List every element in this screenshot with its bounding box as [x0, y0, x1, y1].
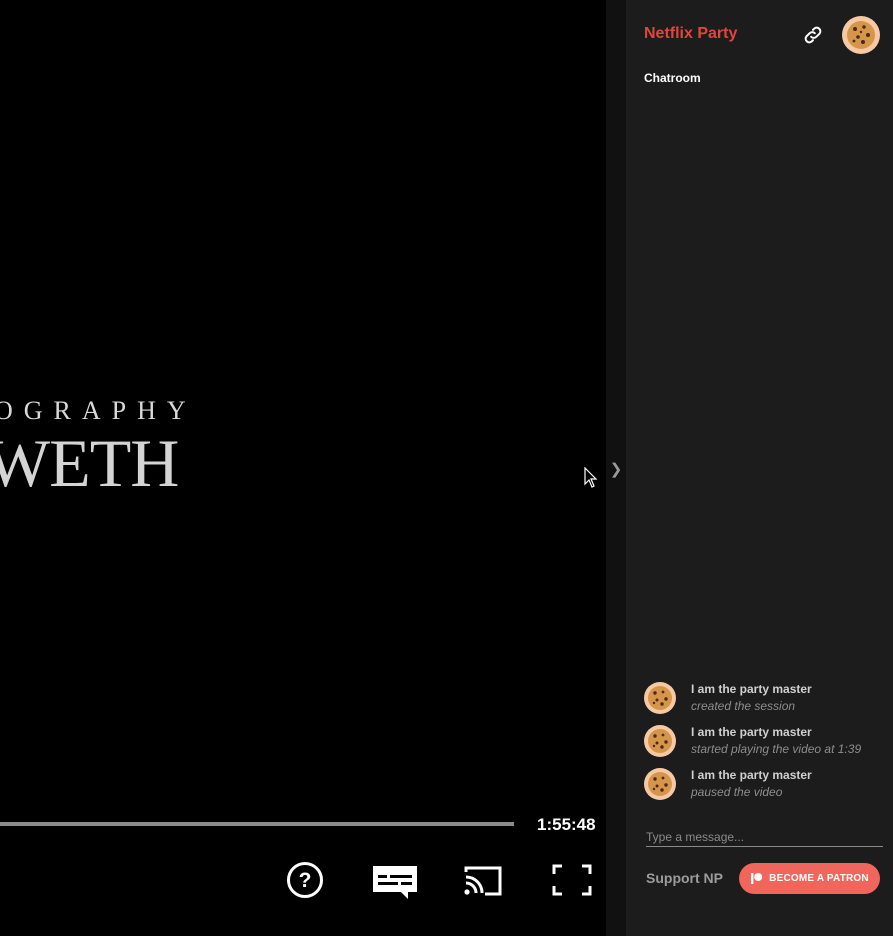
cookie-avatar-icon: [644, 768, 676, 800]
message-text: started playing the video at 1:39: [691, 742, 862, 756]
video-credit-name: WETH: [0, 425, 179, 501]
cookie-avatar-icon: [644, 682, 676, 714]
chat-message: I am the party master created the sessio…: [644, 682, 889, 725]
time-remaining: 1:55:48: [537, 815, 596, 834]
cookie-avatar-icon: [644, 725, 676, 757]
help-button[interactable]: ?: [285, 860, 325, 900]
svg-text:?: ?: [299, 869, 312, 892]
fullscreen-icon: [552, 864, 592, 896]
become-patron-button[interactable]: BECOME A PATRON: [739, 863, 880, 894]
chat-panel: Netflix Party Chatroom I am the party ma…: [626, 0, 893, 936]
patron-button-label: BECOME A PATRON: [769, 873, 869, 884]
video-credit-text: OGRAPHY: [0, 396, 197, 425]
message-author: I am the party master: [691, 768, 812, 782]
cast-icon: [464, 866, 502, 896]
chat-message: I am the party master paused the video: [644, 768, 889, 811]
subtitles-icon: [373, 866, 417, 899]
link-icon: [804, 26, 822, 44]
cast-button[interactable]: [463, 860, 503, 900]
mouse-cursor-icon: [584, 466, 598, 494]
user-avatar-button[interactable]: [842, 16, 880, 54]
brand-title: Netflix Party: [644, 25, 738, 42]
subtitles-button[interactable]: [372, 860, 418, 900]
message-text: created the session: [691, 699, 796, 713]
chatroom-title: Chatroom: [644, 71, 701, 85]
message-input[interactable]: [646, 828, 883, 847]
message-author: I am the party master: [691, 682, 812, 696]
chat-message: I am the party master started playing th…: [644, 725, 889, 768]
message-text: paused the video: [691, 785, 783, 799]
cookie-avatar-icon: [842, 16, 880, 54]
collapse-sidebar-button[interactable]: ❯: [606, 455, 626, 485]
progress-bar[interactable]: [0, 822, 514, 826]
progress-fill: [0, 822, 514, 826]
fullscreen-button[interactable]: [552, 860, 592, 900]
message-list: I am the party master created the sessio…: [644, 682, 889, 811]
copy-link-button[interactable]: [802, 24, 824, 46]
patreon-icon: [751, 873, 763, 884]
help-icon: ?: [287, 862, 323, 898]
video-player[interactable]: OGRAPHY WETH 1:55:48 ?: [0, 0, 606, 936]
message-author: I am the party master: [691, 725, 812, 739]
support-label: Support NP: [646, 870, 723, 886]
